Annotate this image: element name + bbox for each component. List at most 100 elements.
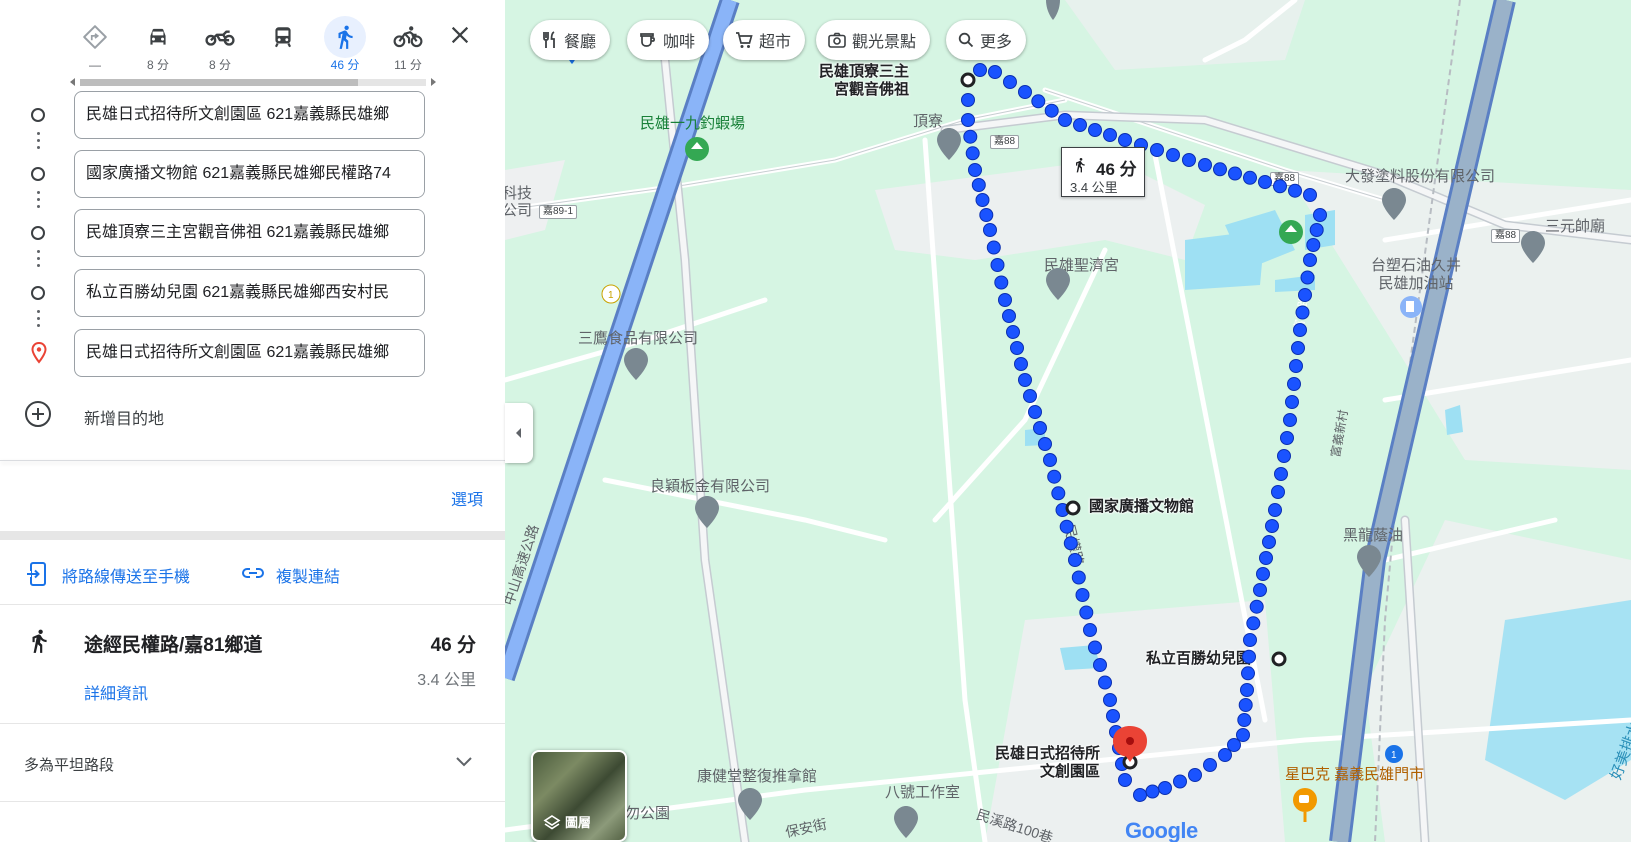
- stop-text: 私立百勝幼兒園 621嘉義縣民雄鄉西安村民: [86, 284, 390, 301]
- close-directions-button[interactable]: [443, 18, 477, 52]
- chip-label: 更多: [980, 34, 1013, 51]
- mode-best-label: —: [89, 58, 101, 72]
- travel-mode-bar: — 8 分 8 分 46 分 11 分: [0, 0, 505, 80]
- collapse-panel-button[interactable]: [505, 403, 533, 463]
- mode-walking-label: 46 分: [330, 58, 360, 72]
- stop-row: 民雄日式招待所文創園區 621嘉義縣民雄鄉: [0, 91, 505, 139]
- copy-link-label: 複製連結: [276, 569, 341, 586]
- mode-motorcycle-label: 8 分: [208, 58, 231, 72]
- directions-icon: [74, 16, 116, 58]
- route-distance: 3.4 公里: [417, 672, 476, 689]
- stop-circle-icon: [31, 108, 45, 122]
- add-destination-button[interactable]: 新增目的地: [24, 400, 324, 430]
- stop-fade: [394, 210, 424, 256]
- stop-connector-dots: [37, 250, 41, 271]
- restaurant-icon: [543, 31, 555, 48]
- divider: [0, 801, 505, 802]
- scroll-thumb[interactable]: [80, 79, 358, 86]
- mode-walking[interactable]: 46 分: [320, 16, 370, 74]
- camera-icon: [828, 32, 846, 48]
- chip-supermarket[interactable]: 超市: [723, 20, 806, 60]
- chip-restaurants[interactable]: 餐廳: [530, 20, 611, 60]
- stop-text: 民雄日式招待所文創園區 621嘉義縣民雄鄉: [86, 344, 390, 361]
- terrain-expander[interactable]: 多為平坦路段: [0, 725, 505, 801]
- walk-icon: [32, 629, 47, 653]
- section-divider: [0, 531, 505, 540]
- stop-input[interactable]: 民雄日式招待所文創園區 621嘉義縣民雄鄉: [74, 329, 425, 377]
- stop-input[interactable]: 民雄日式招待所文創園區 621嘉義縣民雄鄉: [74, 91, 425, 139]
- map-canvas[interactable]: 民雄頂寮三主 宮觀音佛祖 頂寮 民雄一九釣蝦場 科技 公司 大發塗料股份有限公司…: [505, 0, 1631, 842]
- chip-label: 餐廳: [564, 34, 597, 51]
- mode-cycling[interactable]: 11 分: [383, 16, 433, 74]
- coffee-icon: [640, 33, 655, 47]
- stop-circle-icon: [31, 286, 45, 300]
- chip-label: 超市: [759, 34, 792, 51]
- chip-more[interactable]: 更多: [946, 20, 1027, 60]
- chip-attractions[interactable]: 觀光景點: [816, 20, 931, 60]
- mode-best[interactable]: —: [70, 16, 120, 74]
- options-link[interactable]: 選項: [451, 486, 483, 510]
- stop-row: 國家廣播文物館 621嘉義縣民雄鄉民權路74: [0, 150, 505, 198]
- stop-text: 民雄日式招待所文創園區 621嘉義縣民雄鄉: [86, 106, 390, 123]
- chip-label: 咖啡: [663, 34, 696, 51]
- stop-text: 民雄頂寮三主宮觀音佛祖 621嘉義縣民雄鄉: [86, 224, 390, 241]
- scroll-left-arrow-icon[interactable]: [70, 78, 75, 86]
- divider: [0, 723, 505, 724]
- layers-button[interactable]: 圖層: [531, 750, 627, 842]
- route-duration-bubble[interactable]: 46 分 3.4 公里: [1061, 147, 1145, 197]
- route-stop-markers: [960, 72, 1287, 770]
- bike-icon: [387, 16, 429, 58]
- walk-icon: [324, 16, 366, 58]
- add-circle-icon: [25, 401, 51, 427]
- stop-input[interactable]: 民雄頂寮三主宮觀音佛祖 621嘉義縣民雄鄉: [74, 209, 425, 257]
- chevron-left-icon: [516, 428, 521, 438]
- divider: [0, 604, 505, 605]
- stop-fade: [394, 92, 424, 138]
- chip-label: 觀光景點: [852, 34, 917, 51]
- stop-row: 民雄頂寮三主宮觀音佛祖 621嘉義縣民雄鄉: [0, 209, 505, 257]
- stop-connector-dots: [37, 310, 41, 331]
- close-icon: [451, 26, 469, 44]
- stop-row: 私立百勝幼兒園 621嘉義縣民雄鄉西安村民: [0, 269, 505, 317]
- route-duration: 46 分: [430, 635, 476, 656]
- terrain-note: 多為平坦路段: [24, 757, 115, 774]
- stop-input[interactable]: 私立百勝幼兒園 621嘉義縣民雄鄉西安村民: [74, 269, 425, 317]
- mode-transit[interactable]: [258, 16, 308, 74]
- train-icon: [262, 16, 304, 58]
- destination-pin-icon: [31, 342, 47, 364]
- send-to-phone-icon: [26, 562, 46, 586]
- stop-fade: [394, 270, 424, 316]
- stop-text: 國家廣播文物館 621嘉義縣民雄鄉民權路74: [86, 165, 391, 182]
- stop-row: 民雄日式招待所文創園區 621嘉義縣民雄鄉: [0, 329, 505, 377]
- mode-scrollbar[interactable]: [70, 76, 436, 86]
- stop-circle-icon: [31, 167, 45, 181]
- stop-input[interactable]: 國家廣播文物館 621嘉義縣民雄鄉民權路74: [74, 150, 425, 198]
- search-icon: [958, 32, 974, 48]
- stop-fade: [394, 330, 424, 376]
- walk-icon: [1076, 158, 1085, 173]
- route-details-link[interactable]: 詳細資訊: [84, 680, 148, 704]
- add-destination-label: 新增目的地: [84, 411, 165, 428]
- stop-fade: [394, 151, 424, 197]
- bubble-distance: 3.4 公里: [1070, 180, 1118, 195]
- mode-motorcycle[interactable]: 8 分: [195, 16, 245, 74]
- route-title: 途經民權路/嘉81鄉道: [84, 635, 263, 656]
- chevron-down-icon: [456, 757, 472, 767]
- cart-icon: [736, 32, 753, 48]
- mode-driving-label: 8 分: [146, 58, 169, 72]
- mode-driving[interactable]: 8 分: [133, 16, 183, 74]
- stop-circle-icon: [31, 226, 45, 240]
- route-option[interactable]: 途經民權路/嘉81鄉道 46 分 3.4 公里 詳細資訊: [0, 608, 505, 724]
- layers-label: 圖層: [565, 815, 592, 830]
- mode-cycling-label: 11 分: [394, 58, 422, 72]
- panel-divider: [0, 460, 505, 461]
- directions-panel: — 8 分 8 分 46 分 11 分 民雄日式招待所文創園區 621嘉義縣民雄…: [0, 0, 505, 842]
- link-icon: [241, 568, 265, 578]
- motorcycle-icon: [199, 16, 241, 58]
- google-logo-text: Google: [1125, 818, 1198, 842]
- scroll-right-arrow-icon[interactable]: [431, 78, 436, 86]
- chip-coffee[interactable]: 咖啡: [627, 20, 710, 60]
- layers-icon: [543, 815, 561, 830]
- send-to-phone-label: 將路線傳送至手機: [62, 569, 191, 586]
- google-logo: Google: [1125, 818, 1198, 842]
